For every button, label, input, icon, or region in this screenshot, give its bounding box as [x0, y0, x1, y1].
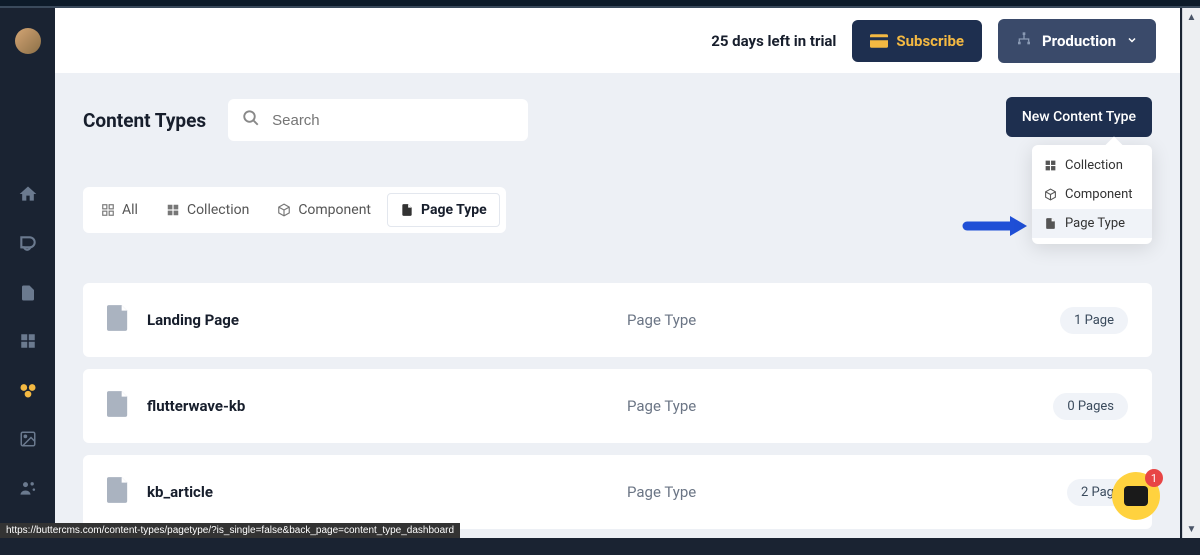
chat-notification-badge: 1: [1145, 469, 1163, 487]
sidebar: [0, 8, 55, 538]
chat-widget[interactable]: 1: [1112, 472, 1160, 520]
avatar[interactable]: [15, 28, 41, 54]
list-item-name: kb_article: [147, 483, 627, 501]
search-box[interactable]: [228, 99, 528, 141]
filter-collection[interactable]: Collection: [154, 194, 261, 226]
scroll-down-button[interactable]: ▼: [1183, 520, 1200, 538]
network-icon: [1016, 31, 1032, 51]
chevron-down-icon: [1126, 32, 1138, 50]
list-item-type: Page Type: [627, 311, 1060, 329]
list-item[interactable]: Landing Page Page Type 1 Page: [83, 283, 1152, 357]
content-types-list: Landing Page Page Type 1 Page flutterwav…: [83, 283, 1152, 529]
filter-bar: All Collection Component Page Type: [83, 187, 506, 233]
list-item-count: 0 Pages: [1053, 393, 1128, 420]
pages-icon[interactable]: [19, 284, 37, 302]
credit-card-icon: [870, 34, 888, 48]
main-content: 25 days left in trial Subscribe Producti…: [55, 8, 1180, 538]
filter-component[interactable]: Component: [265, 194, 383, 226]
users-icon[interactable]: [18, 478, 38, 498]
dropdown-item-component[interactable]: Component: [1032, 180, 1152, 209]
window-top-bar: [0, 0, 1200, 8]
header: 25 days left in trial Subscribe Producti…: [55, 8, 1180, 73]
content-area: Content Types New Content Type Collectio…: [55, 73, 1180, 555]
page-icon: [107, 305, 129, 335]
filter-page-type[interactable]: Page Type: [387, 193, 500, 227]
blog-icon[interactable]: [18, 234, 38, 254]
arrow-annotation: [962, 213, 1032, 243]
status-bar-url: https://buttercms.com/content-types/page…: [0, 523, 460, 538]
list-item-name: flutterwave-kb: [147, 397, 627, 415]
collections-icon[interactable]: [19, 332, 37, 350]
scrollbar[interactable]: ▲ ▼: [1182, 8, 1200, 538]
list-item-count: 1 Page: [1060, 307, 1128, 334]
chat-icon: [1124, 486, 1148, 506]
dropdown-item-page-type[interactable]: Page Type: [1032, 209, 1152, 238]
search-icon: [242, 109, 260, 131]
search-input[interactable]: [272, 112, 514, 129]
media-icon[interactable]: [19, 430, 37, 448]
page-title: Content Types: [83, 109, 206, 132]
home-icon[interactable]: [18, 184, 38, 204]
subscribe-button[interactable]: Subscribe: [852, 20, 982, 62]
content-types-icon[interactable]: [18, 380, 38, 400]
list-item[interactable]: kb_article Page Type 2 Pag: [83, 455, 1152, 529]
page-icon: [107, 477, 129, 507]
page-icon: [107, 391, 129, 421]
new-content-type-button[interactable]: New Content Type: [1006, 97, 1152, 137]
list-item-type: Page Type: [627, 397, 1053, 415]
list-item[interactable]: flutterwave-kb Page Type 0 Pages: [83, 369, 1152, 443]
list-item-name: Landing Page: [147, 311, 627, 329]
list-item-type: Page Type: [627, 483, 1067, 501]
new-content-type-dropdown: Collection Component Page Type: [1032, 145, 1152, 244]
dropdown-item-collection[interactable]: Collection: [1032, 151, 1152, 180]
trial-status: 25 days left in trial: [711, 32, 836, 50]
filter-all[interactable]: All: [89, 194, 150, 226]
environment-button[interactable]: Production: [998, 19, 1156, 63]
scroll-up-button[interactable]: ▲: [1183, 8, 1200, 26]
